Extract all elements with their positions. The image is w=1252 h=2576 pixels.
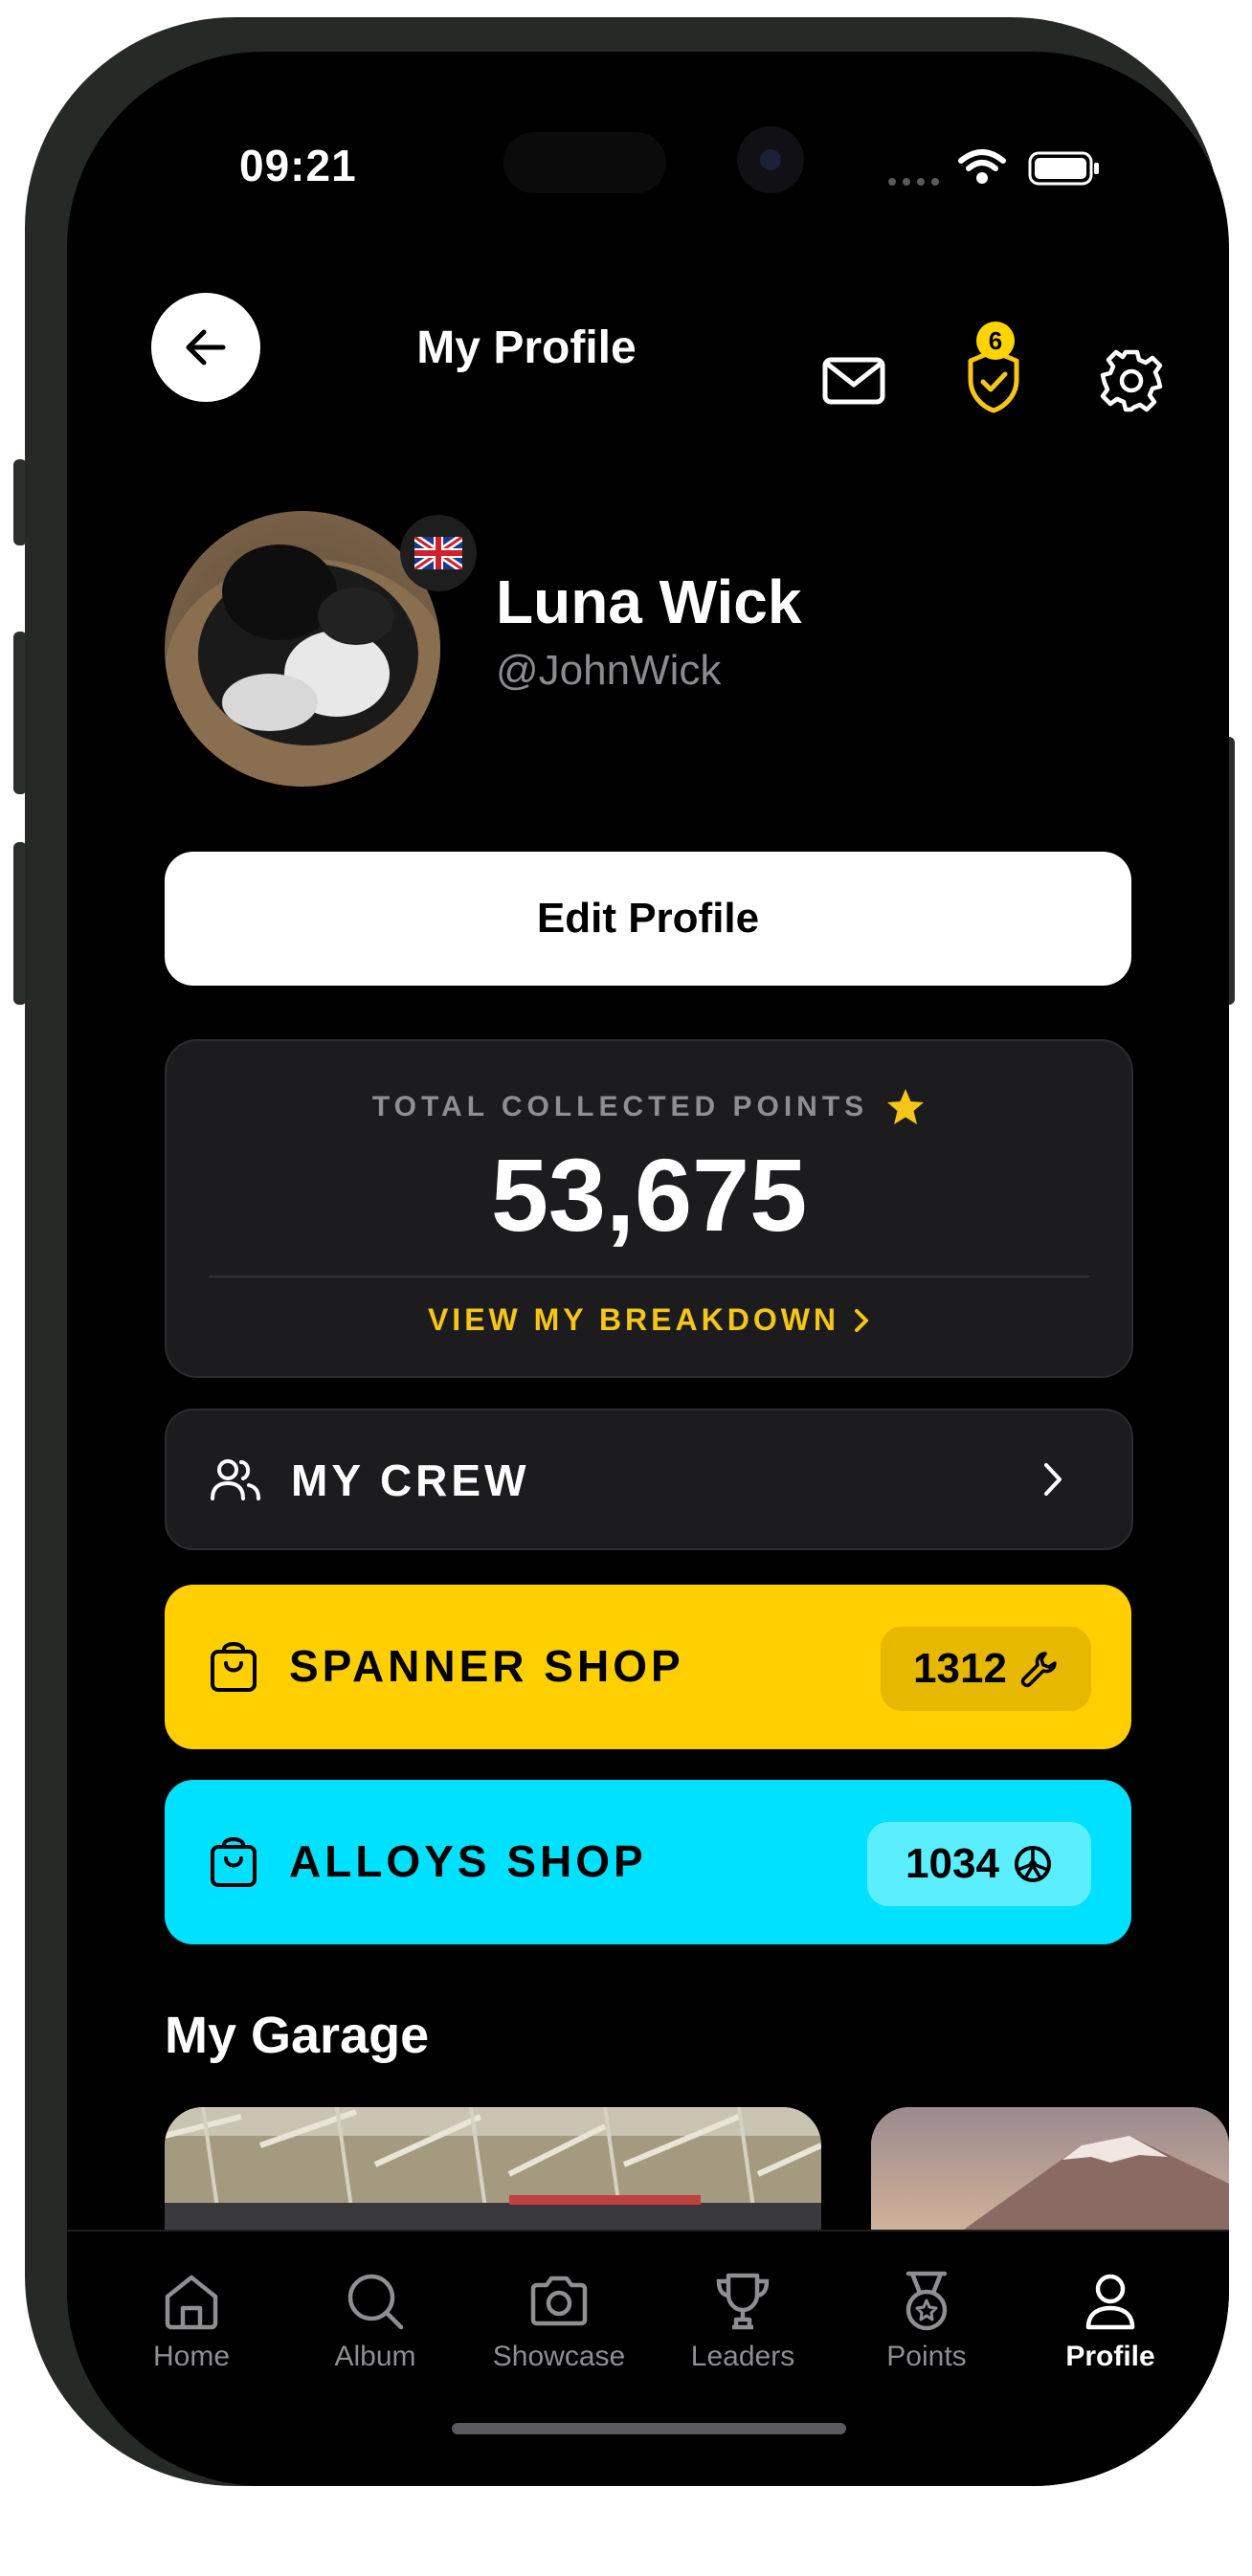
- my-crew-button[interactable]: MY CREW: [165, 1409, 1133, 1550]
- spanner-shop-button[interactable]: SPANNER SHOP 1312: [165, 1585, 1131, 1749]
- garage-title: My Garage: [165, 2007, 430, 2064]
- profile-name: Luna Wick: [496, 567, 802, 636]
- points-card: TOTAL COLLECTED POINTS 53,675 VIEW MY BR…: [165, 1039, 1133, 1378]
- wrench-icon: [1020, 1652, 1057, 1688]
- battery-icon: [1028, 151, 1101, 190]
- front-camera: [737, 126, 804, 193]
- tab-profile[interactable]: Profile: [1043, 2270, 1177, 2373]
- uk-flag-icon: [400, 515, 477, 591]
- wheel-icon: [1014, 1846, 1051, 1882]
- tab-bar: Home Album Showcase Leaders Points Profi…: [67, 2230, 1229, 2486]
- view-breakdown-link[interactable]: VIEW MY BREAKDOWN: [167, 1302, 1131, 1338]
- settings-button[interactable]: [1093, 343, 1170, 419]
- medal-icon: [905, 2271, 948, 2331]
- status-time: 09:21: [239, 141, 357, 190]
- garage-card-2[interactable]: [871, 2107, 1229, 2241]
- shopping-bag-icon: [211, 1837, 257, 1887]
- screen: 09:21 My Profile 6 Luna Wick @JohnWick E…: [67, 52, 1229, 2486]
- spanner-shop-label: SPANNER SHOP: [289, 1641, 684, 1691]
- signal-icon: [886, 174, 944, 188]
- tab-label: Showcase: [492, 2341, 626, 2372]
- dynamic-island: [503, 132, 666, 193]
- page-title: My Profile: [416, 322, 637, 373]
- trophy-icon: [716, 2273, 770, 2330]
- tab-leaders[interactable]: Leaders: [676, 2270, 810, 2373]
- alloys-count: 1034: [905, 1840, 999, 1887]
- tab-home[interactable]: Home: [124, 2270, 258, 2373]
- home-indicator[interactable]: [452, 2423, 846, 2434]
- garage-card-1[interactable]: [165, 2107, 821, 2241]
- mail-icon: [822, 357, 885, 405]
- view-breakdown-label: VIEW MY BREAKDOWN: [427, 1302, 840, 1337]
- shopping-bag-icon: [211, 1642, 257, 1692]
- tab-label: Points: [886, 2341, 967, 2372]
- messages-button[interactable]: [816, 343, 892, 419]
- tab-album[interactable]: Album: [308, 2270, 442, 2373]
- camera-icon: [530, 2276, 588, 2326]
- divider: [209, 1276, 1089, 1277]
- points-total: 53,675: [490, 1137, 808, 1253]
- achievements-badge: 6: [976, 322, 1015, 360]
- phone-frame: 09:21 My Profile 6 Luna Wick @JohnWick E…: [25, 17, 1229, 2486]
- points-label-row: TOTAL COLLECTED POINTS: [167, 1087, 1131, 1127]
- tab-label: Profile: [1065, 2341, 1155, 2372]
- people-icon: [211, 1459, 260, 1500]
- person-icon: [1085, 2274, 1135, 2330]
- profile-handle: @JohnWick: [496, 647, 722, 694]
- tab-label: Album: [334, 2341, 416, 2372]
- my-crew-label: MY CREW: [291, 1455, 530, 1505]
- back-button[interactable]: [151, 293, 260, 402]
- alloys-shop-label: ALLOYS SHOP: [289, 1836, 647, 1886]
- chevron-right-icon: [855, 1308, 869, 1332]
- chevron-right-icon: [1044, 1463, 1062, 1496]
- home-icon: [165, 2275, 218, 2330]
- tab-points[interactable]: Points: [860, 2270, 994, 2373]
- tab-label: Home: [152, 2341, 231, 2372]
- points-label: TOTAL COLLECTED POINTS: [371, 1091, 869, 1122]
- spanner-count: 1312: [913, 1645, 1007, 1692]
- alloys-count-pill: 1034: [867, 1822, 1091, 1906]
- alloys-shop-button[interactable]: ALLOYS SHOP 1034: [165, 1780, 1131, 1944]
- tab-showcase[interactable]: Showcase: [492, 2270, 626, 2373]
- arrow-left-icon: [186, 329, 226, 366]
- spanner-count-pill: 1312: [881, 1627, 1091, 1711]
- avatar[interactable]: [165, 511, 440, 787]
- star-icon: [887, 1089, 925, 1124]
- edit-profile-button[interactable]: Edit Profile: [165, 852, 1131, 986]
- search-icon: [347, 2274, 404, 2330]
- tab-label: Leaders: [690, 2341, 795, 2372]
- gear-icon: [1100, 349, 1163, 412]
- wifi-icon: [957, 147, 1007, 190]
